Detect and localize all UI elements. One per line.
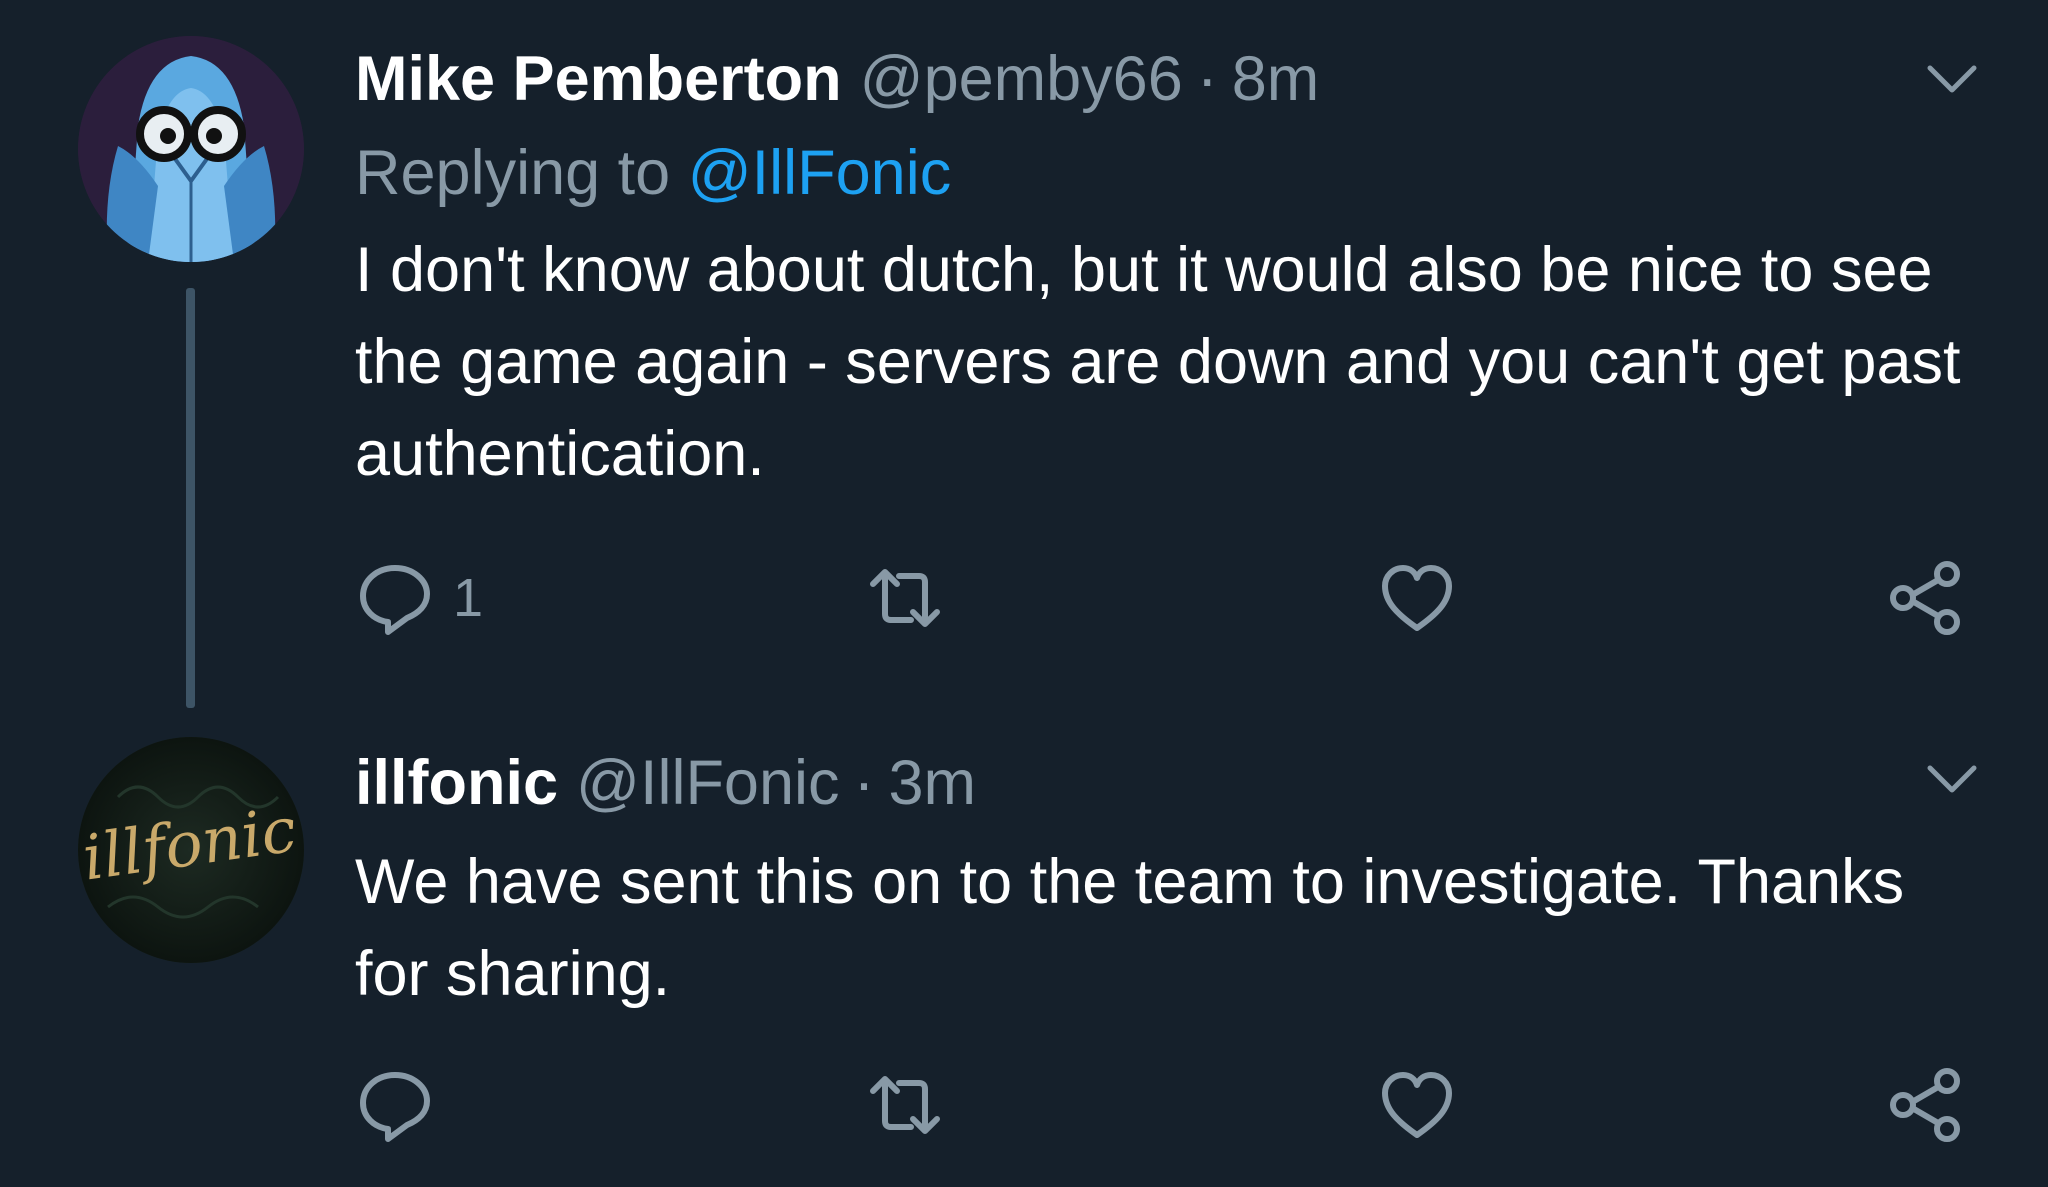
separator-dot: · (853, 748, 875, 818)
reply-button[interactable] (355, 1065, 453, 1145)
separator-dot: · (1196, 44, 1218, 114)
like-button[interactable] (1377, 1065, 1457, 1145)
chevron-down-icon (1927, 65, 1977, 93)
tweet-menu-button[interactable] (1924, 758, 1980, 798)
tweet-content: Mike Pemberton @pemby66 · 8m Replying to @I… (355, 38, 1968, 500)
share-button[interactable] (1885, 558, 1965, 638)
tweet-time[interactable]: 8m (1232, 44, 1320, 114)
replying-to-handle-link[interactable]: @IllFonic (688, 138, 952, 208)
tweet-text: We have sent this on to the team to inve… (355, 847, 1905, 1009)
like-button[interactable] (1377, 558, 1457, 638)
tweet-text: I don't know about dutch, but it would a… (355, 235, 1961, 489)
share-icon (1890, 1068, 1960, 1142)
tweet-content: illfonic @IllFonic · 3m We have sent this o… (355, 742, 1968, 1020)
avatar[interactable] (78, 36, 304, 262)
ghost-with-glasses-avatar-icon (78, 36, 304, 262)
replying-to: Replying to @IllFonic (355, 128, 1968, 218)
tweet[interactable]: Mike Pemberton @pemby66 · 8m Replying to @I… (0, 0, 2048, 720)
reply-icon (360, 565, 430, 635)
reply-icon (360, 1072, 430, 1142)
tweet-actions: 1 (355, 558, 1975, 638)
chevron-down-icon (1927, 765, 1977, 793)
like-icon (1382, 565, 1452, 631)
display-name[interactable]: illfonic (355, 748, 558, 818)
user-handle[interactable]: @pemby66 (860, 44, 1183, 114)
like-icon (1382, 1072, 1452, 1138)
reply-button[interactable]: 1 (355, 558, 483, 638)
tweet-header: illfonic @IllFonic · 3m (355, 742, 1968, 824)
replying-to-label: Replying to (355, 138, 671, 208)
tweet-time[interactable]: 3m (889, 748, 977, 818)
avatar[interactable]: illfonic (78, 737, 304, 963)
share-icon (1890, 561, 1960, 635)
tweet-actions (355, 1065, 1975, 1145)
retweet-button[interactable] (865, 558, 945, 638)
retweet-icon (870, 569, 940, 627)
user-handle[interactable]: @IllFonic (576, 748, 840, 818)
share-button[interactable] (1885, 1065, 1965, 1145)
reply-count: 1 (453, 568, 484, 628)
retweet-button[interactable] (865, 1065, 945, 1145)
thread-connector-line (186, 288, 195, 708)
tweet-header: Mike Pemberton @pemby66 · 8m (355, 38, 1968, 120)
illfonic-logo-avatar-icon: illfonic (78, 737, 304, 963)
tweet-menu-button[interactable] (1924, 58, 1980, 98)
retweet-icon (870, 1076, 940, 1134)
display-name[interactable]: Mike Pemberton (355, 44, 842, 114)
